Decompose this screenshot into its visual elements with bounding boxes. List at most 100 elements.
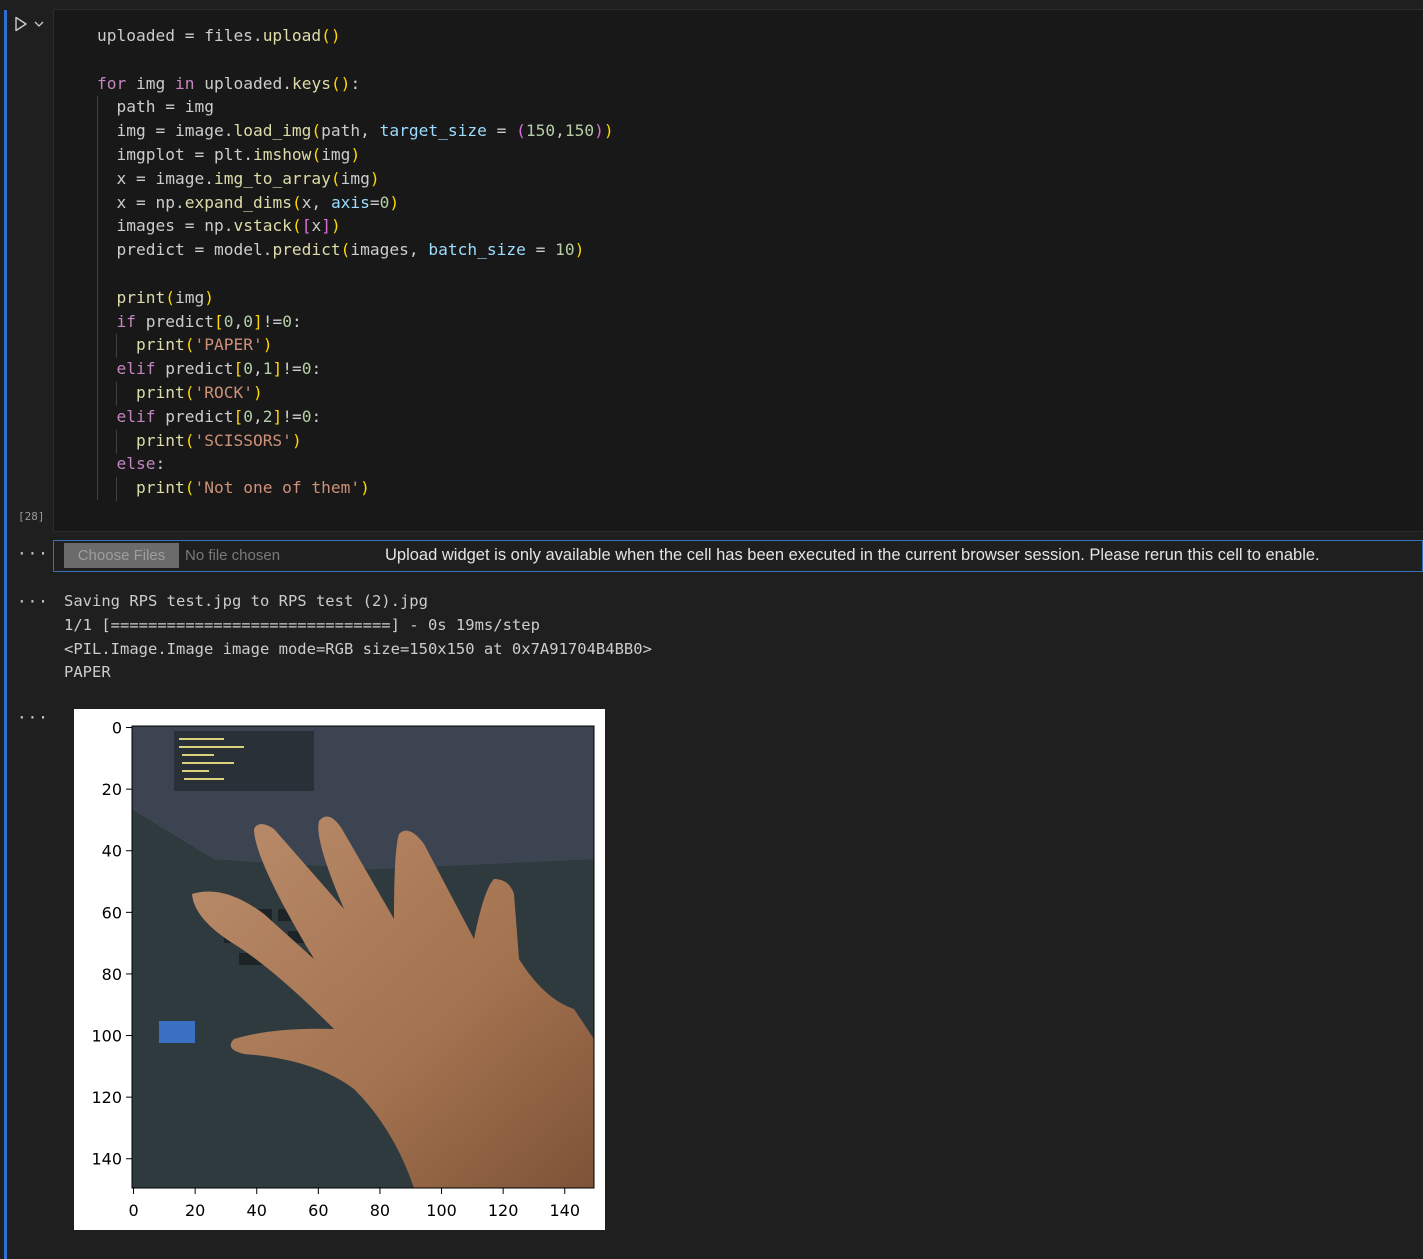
code-line[interactable]: x = np.expand_dims(x, axis=0) — [97, 191, 614, 215]
code-token: images = np. — [116, 216, 234, 236]
code-token: : — [291, 311, 302, 331]
code-line[interactable]: images = np.vstack([x]) — [97, 214, 614, 238]
play-icon[interactable] — [14, 16, 28, 32]
code-token: [ — [233, 359, 244, 379]
code-token: print — [135, 382, 185, 402]
code-line[interactable]: if predict[0,0]!=0: — [97, 310, 614, 334]
code-token: 'SCISSORS' — [194, 430, 292, 450]
code-token: 'PAPER' — [194, 335, 263, 355]
run-cell-button[interactable] — [14, 14, 54, 34]
stdout-line: Saving RPS test.jpg to RPS test (2).jpg — [64, 592, 428, 610]
code-line[interactable]: elif predict[0,1]!=0: — [97, 357, 614, 381]
code-line[interactable]: uploaded = files.upload() — [97, 24, 614, 48]
code-editor[interactable]: uploaded = files.upload() for img in upl… — [53, 9, 1423, 532]
code-token: imshow — [252, 144, 312, 164]
code-line[interactable]: path = img — [97, 95, 614, 119]
code-line[interactable]: predict = model.predict(images, batch_si… — [97, 238, 614, 262]
code-token: images, — [350, 240, 429, 260]
code-token: elif — [116, 359, 156, 379]
code-token: () — [321, 26, 341, 45]
code-line[interactable]: print('ROCK') — [97, 381, 614, 405]
stdout-line: 1/1 [==============================] - 0… — [64, 615, 540, 634]
x-axis: 0 20 40 60 80 100 120 140 — [128, 1188, 580, 1220]
code-line[interactable]: print('PAPER') — [97, 333, 614, 357]
code-token: ) — [252, 382, 263, 402]
code-token: print — [135, 478, 185, 498]
code-token: = — [369, 192, 380, 212]
output-more-actions[interactable]: ··· — [17, 544, 49, 563]
x-tick-label: 140 — [549, 1201, 580, 1220]
code-line[interactable]: elif predict[0,2]!=0: — [97, 405, 614, 429]
code-line[interactable] — [97, 48, 614, 72]
code-line[interactable]: x = image.img_to_array(img) — [97, 167, 614, 191]
code-token: ) — [330, 216, 341, 236]
code-line[interactable] — [97, 262, 614, 286]
code-token: 0 — [243, 359, 253, 379]
y-tick-label: 120 — [91, 1088, 122, 1107]
code-token: uploaded. — [194, 73, 292, 93]
code-token: != — [282, 359, 302, 379]
code-token: : — [311, 406, 322, 426]
cell-focus-indicator — [4, 10, 7, 1259]
code-token: ( — [311, 121, 322, 141]
y-tick-label: 80 — [102, 965, 122, 984]
code-token: predict — [272, 240, 341, 260]
stdout-output: Saving RPS test.jpg to RPS test (2).jpg 1… — [64, 590, 652, 685]
code-token: target_size — [379, 121, 487, 141]
code-token: , — [555, 121, 565, 141]
y-axis: 0 20 40 60 80 100 120 140 — [91, 719, 132, 1169]
code-token: 0 — [223, 311, 234, 331]
code-token: x = image. — [116, 168, 214, 188]
code-token: ( — [165, 287, 175, 307]
x-tick-label: 80 — [370, 1201, 390, 1220]
x-tick-label: 20 — [185, 1201, 205, 1220]
code-token: predict — [155, 359, 234, 379]
code-token: print — [116, 287, 166, 307]
code-token: imgplot = plt. — [116, 144, 253, 164]
output-more-actions[interactable]: ··· — [17, 708, 49, 727]
code-token: ) — [369, 168, 380, 188]
chevron-down-icon[interactable] — [34, 20, 44, 28]
code-token: if — [116, 311, 137, 331]
x-tick-label: 120 — [488, 1201, 519, 1220]
choose-files-button[interactable]: Choose Files — [64, 543, 179, 568]
y-tick-label: 60 — [102, 903, 122, 922]
code-token: x = np. — [116, 192, 185, 212]
code-token: ( — [291, 216, 302, 236]
file-status-label: No file chosen — [185, 547, 281, 564]
code-line[interactable]: print('Not one of them') — [97, 476, 614, 500]
code-line[interactable]: else: — [97, 452, 614, 476]
code-token: = — [525, 240, 556, 260]
code-token: predict — [136, 311, 214, 331]
code-token: ) — [594, 121, 604, 141]
output-more-actions[interactable]: ··· — [17, 592, 49, 611]
code-line[interactable]: print('SCISSORS') — [97, 429, 614, 453]
code-token: [ — [213, 311, 224, 331]
code-token: ) — [603, 121, 614, 141]
code-token: ( — [330, 168, 341, 188]
code-line[interactable]: print(img) — [97, 286, 614, 310]
code-token: upload — [262, 26, 322, 45]
code-token: predict — [155, 406, 234, 426]
x-tick-label: 100 — [426, 1201, 457, 1220]
code-token: path, — [321, 121, 380, 141]
code-token: ( — [184, 335, 195, 355]
y-tick-label: 140 — [91, 1150, 122, 1169]
code-token: 150 — [525, 121, 556, 141]
code-line[interactable]: imgplot = plt.imshow(img) — [97, 143, 614, 167]
code-token: x — [311, 216, 322, 236]
code-text[interactable]: uploaded = files.upload() for img in upl… — [97, 24, 614, 500]
code-token: for — [97, 73, 127, 93]
code-line[interactable]: for img in uploaded.keys(): — [97, 72, 614, 96]
code-token: ( — [184, 382, 195, 402]
code-token: [ — [301, 216, 312, 236]
code-token: print — [135, 335, 185, 355]
code-token: 0 — [301, 359, 312, 379]
code-token: expand_dims — [184, 192, 292, 212]
code-token: path = img — [116, 97, 214, 117]
code-token: predict = model. — [116, 240, 273, 260]
code-token: batch_size — [428, 240, 526, 260]
code-line[interactable]: img = image.load_img(path, target_size =… — [97, 119, 614, 143]
stdout-line: <PIL.Image.Image image mode=RGB size=150… — [64, 639, 652, 658]
code-token: x, — [301, 192, 331, 212]
